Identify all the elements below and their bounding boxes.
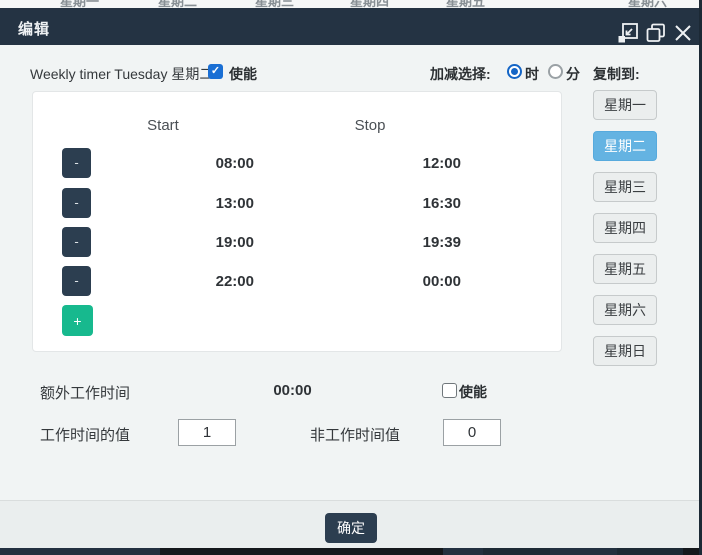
timer-enable-label: 使能 — [229, 64, 257, 84]
schedule-panel — [32, 91, 562, 352]
restore-window-icon[interactable] — [617, 22, 639, 44]
copy-day-wednesday[interactable]: 星期三 — [593, 172, 657, 202]
remove-row-button[interactable]: - — [62, 227, 91, 257]
stop-column-header: Stop — [327, 117, 413, 134]
extra-enable-label: 使能 — [459, 382, 487, 402]
add-row-button[interactable]: + — [62, 305, 93, 336]
remove-row-button[interactable]: - — [62, 148, 91, 178]
copy-to-label: 复制到: — [593, 64, 640, 84]
copy-day-sunday[interactable]: 星期日 — [593, 336, 657, 366]
hour-radio[interactable] — [507, 64, 522, 79]
check-icon: ✓ — [211, 65, 220, 77]
copy-day-thursday[interactable]: 星期四 — [593, 213, 657, 243]
close-icon[interactable] — [671, 21, 695, 45]
minute-radio[interactable] — [548, 64, 563, 79]
extra-worktime-label: 额外工作时间 — [40, 382, 130, 403]
ok-button[interactable]: 确定 — [325, 513, 377, 543]
stop-time-value[interactable]: 19:39 — [356, 234, 461, 251]
dialog-titlebar: 编辑 — [0, 8, 699, 45]
start-time-value[interactable]: 13:00 — [149, 195, 254, 212]
background-day-label: 星期六 — [628, 0, 667, 8]
nonwork-value-label: 非工作时间值 — [310, 424, 400, 445]
remove-row-button[interactable]: - — [62, 188, 91, 218]
hour-radio-label[interactable]: 时 — [525, 64, 539, 84]
extra-worktime-value[interactable]: 00:00 — [250, 382, 335, 399]
start-time-value[interactable]: 19:00 — [149, 234, 254, 251]
background-page-bottom — [0, 548, 702, 555]
background-day-label: 星期三 — [255, 0, 294, 8]
work-value-input[interactable] — [178, 419, 236, 446]
stop-time-value[interactable]: 16:30 — [356, 195, 461, 212]
copy-day-friday[interactable]: 星期五 — [593, 254, 657, 284]
weekly-timer-label: Weekly timer Tuesday 星期二 — [30, 64, 213, 84]
start-time-value[interactable]: 22:00 — [149, 273, 254, 290]
extra-enable-checkbox[interactable] — [442, 383, 457, 398]
minute-radio-label[interactable]: 分 — [566, 64, 580, 84]
stop-time-value[interactable]: 00:00 — [356, 273, 461, 290]
start-column-header: Start — [120, 117, 206, 134]
copy-day-saturday[interactable]: 星期六 — [593, 295, 657, 325]
dialog-title: 编辑 — [18, 18, 50, 39]
step-select-label: 加减选择: — [430, 64, 491, 84]
screen: 星期一 星期二 星期三 星期四 星期五 星期六 编辑 Weekly timer … — [0, 0, 702, 555]
start-time-value[interactable]: 08:00 — [149, 155, 254, 172]
background-page-strip: 星期一 星期二 星期三 星期四 星期五 星期六 — [0, 0, 699, 8]
remove-row-button[interactable]: - — [62, 266, 91, 296]
copy-window-icon[interactable] — [645, 22, 667, 44]
nonwork-value-input[interactable] — [443, 419, 501, 446]
background-day-label: 星期四 — [350, 0, 389, 8]
copy-day-tuesday[interactable]: 星期二 — [593, 131, 657, 161]
background-day-label: 星期五 — [446, 0, 485, 8]
timer-enable-checkbox[interactable]: ✓ — [208, 64, 223, 79]
stop-time-value[interactable]: 12:00 — [356, 155, 461, 172]
copy-day-monday[interactable]: 星期一 — [593, 90, 657, 120]
background-day-label: 星期一 — [60, 0, 99, 8]
work-value-label: 工作时间的值 — [40, 424, 130, 445]
background-day-label: 星期二 — [158, 0, 197, 8]
